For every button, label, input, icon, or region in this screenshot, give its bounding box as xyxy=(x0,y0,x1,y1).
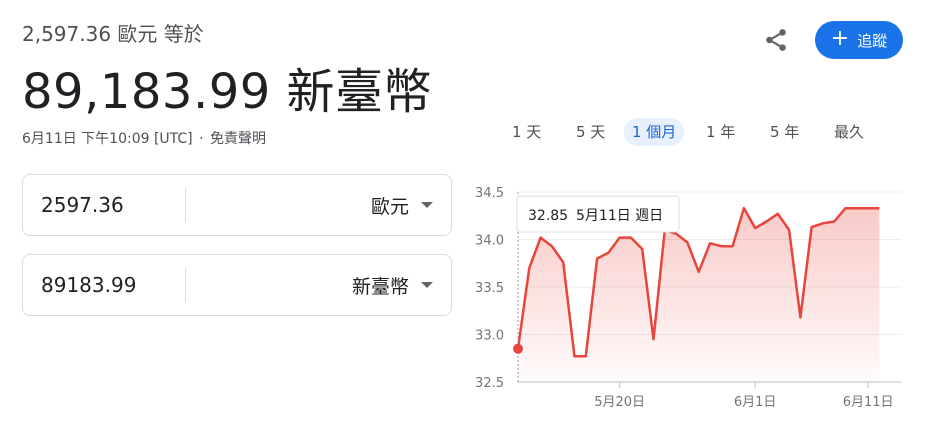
chart-tooltip: 32.85 5月11日 週日 xyxy=(516,195,680,233)
to-amount-input[interactable]: 89183.99 xyxy=(23,273,185,297)
tab-5-days[interactable]: 5 天 xyxy=(568,118,613,146)
y-tick-label: 34.0 xyxy=(475,234,504,249)
exchange-rate-chart[interactable]: 34.5 34.0 33.5 33.0 32.5 5月20日 6月1日 6月11日 32.8… xyxy=(462,170,922,420)
x-tick-label: 6月1日 xyxy=(734,395,777,410)
time-range-tabs: 1 天 5 天 1 個月 1 年 5 年 最久 xyxy=(500,118,880,146)
follow-label: 追蹤 xyxy=(857,31,888,50)
from-currency-select[interactable]: 歐元 xyxy=(186,192,451,219)
from-currency-row: 2597.36 歐元 xyxy=(22,174,452,236)
from-currency-label: 歐元 xyxy=(370,195,409,218)
converted-amount-headline: 89,183.99 新臺幣 xyxy=(22,64,433,120)
tab-max[interactable]: 最久 xyxy=(826,118,872,146)
share-button[interactable] xyxy=(760,24,792,56)
tab-1-month[interactable]: 1 個月 xyxy=(624,118,685,146)
tab-1-year[interactable]: 1 年 xyxy=(698,118,743,146)
plus-icon: + xyxy=(830,26,850,51)
to-currency-row: 89183.99 新臺幣 xyxy=(22,254,452,316)
tooltip-value: 32.85 xyxy=(528,208,568,224)
to-currency-label: 新臺幣 xyxy=(351,275,409,298)
to-currency-select[interactable]: 新臺幣 xyxy=(186,272,451,299)
dropdown-caret-icon xyxy=(421,202,433,208)
y-tick-label: 33.0 xyxy=(475,329,504,344)
share-icon xyxy=(766,29,786,51)
tab-5-years[interactable]: 5 年 xyxy=(762,118,807,146)
disclaimer-link[interactable]: 免責聲明 xyxy=(210,131,266,147)
from-amount-input[interactable]: 2597.36 xyxy=(23,193,185,217)
y-tick-label: 34.5 xyxy=(475,186,504,201)
dropdown-caret-icon xyxy=(421,282,433,288)
timestamp-line: 6月11日 下午10:09 [UTC] · 免責聲明 xyxy=(22,128,266,148)
follow-button[interactable]: + 追蹤 xyxy=(815,21,903,59)
x-tick-label: 6月11日 xyxy=(843,395,894,410)
conversion-subtitle: 2,597.36 歐元 等於 xyxy=(22,22,204,46)
chart-area-fill xyxy=(518,208,880,382)
x-tick-label: 5月20日 xyxy=(594,395,645,410)
y-tick-label: 32.5 xyxy=(475,376,504,391)
tab-1-day[interactable]: 1 天 xyxy=(504,118,549,146)
separator: · xyxy=(199,131,204,147)
tooltip-date: 5月11日 週日 xyxy=(576,208,663,224)
timestamp: 6月11日 下午10:09 [UTC] xyxy=(22,131,193,147)
hover-point xyxy=(513,343,523,354)
y-tick-label: 33.5 xyxy=(475,281,504,296)
